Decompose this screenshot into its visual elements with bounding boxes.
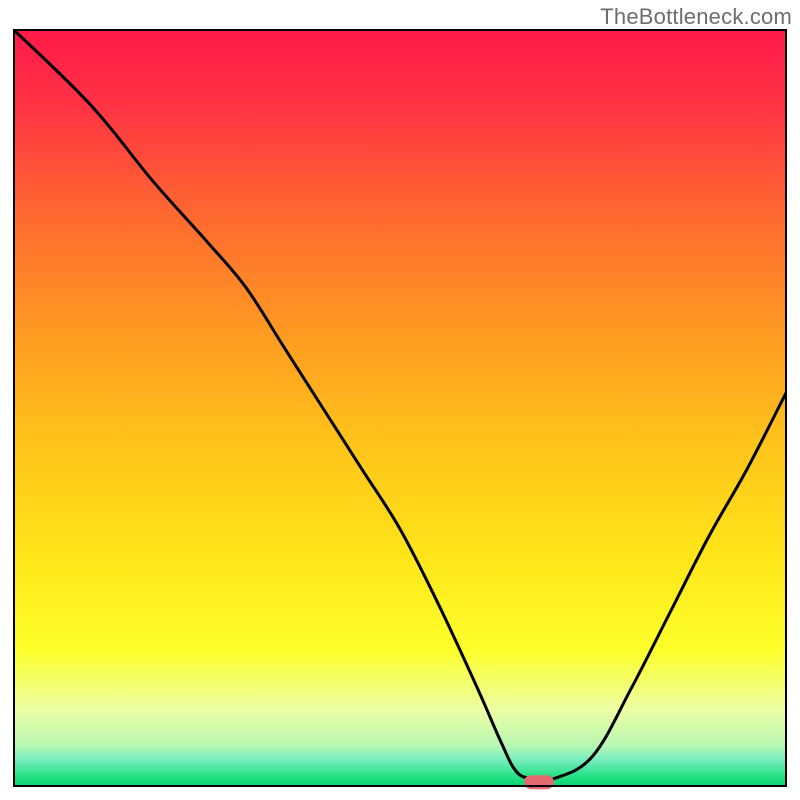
optimal-marker (524, 775, 554, 789)
watermark-label: TheBottleneck.com (600, 4, 792, 30)
chart-background (14, 30, 786, 786)
bottleneck-chart: TheBottleneck.com (0, 0, 800, 800)
chart-svg (0, 0, 800, 800)
